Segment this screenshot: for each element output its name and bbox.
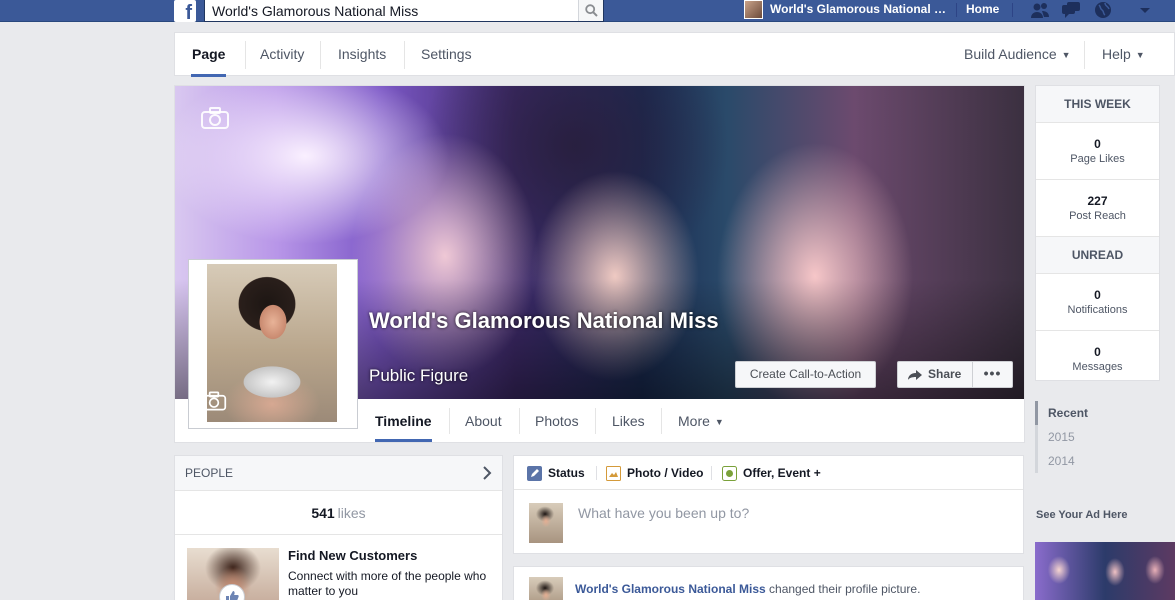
pencil-icon — [527, 466, 542, 481]
tab-about[interactable]: About — [448, 399, 519, 442]
post-reach-label: Post Reach — [1069, 210, 1126, 222]
composer-tab-status[interactable]: Status — [527, 456, 585, 490]
page-admin-nav: Page Activity Insights Settings Build Au… — [174, 32, 1175, 77]
nav-divider — [404, 41, 405, 69]
caret-down-icon: ▼ — [1135, 50, 1145, 60]
ad-preview-image[interactable] — [1035, 542, 1175, 600]
tab-insights[interactable]: Insights — [323, 33, 401, 76]
search-input[interactable] — [205, 0, 579, 21]
page-stats-panel: THIS WEEK 0 Page Likes 227 Post Reach UN… — [1035, 85, 1160, 381]
page-likes-stat[interactable]: 0 Page Likes — [1036, 123, 1159, 180]
search-button[interactable] — [578, 0, 603, 21]
composer-tab-photo-video[interactable]: Photo / Video — [606, 456, 703, 490]
tab-photos[interactable]: Photos — [518, 399, 596, 442]
nav-divider — [320, 41, 321, 69]
year-2014[interactable]: 2014 — [1035, 449, 1125, 473]
more-options-button[interactable]: ••• — [972, 361, 1013, 388]
topbar-divider — [1012, 3, 1013, 17]
page-avatar[interactable] — [744, 0, 763, 19]
year-recent[interactable]: Recent — [1035, 401, 1125, 425]
story-text: World's Glamorous National Miss changed … — [575, 582, 920, 596]
page-header-card: World's Glamorous National Miss Public F… — [174, 85, 1025, 443]
tab-more[interactable]: More ▼ — [661, 399, 741, 442]
share-arrow-icon — [908, 370, 922, 380]
more-tab-label: More — [678, 413, 710, 429]
profile-picture-frame[interactable] — [188, 259, 358, 429]
page-title[interactable]: World's Glamorous National Miss — [369, 306, 729, 335]
build-audience-label: Build Audience — [964, 46, 1057, 62]
messages-count: 0 — [1094, 345, 1101, 359]
find-customers-title[interactable]: Find New Customers — [288, 548, 417, 563]
top-bar: f World's Glamorous National Miss Home — [0, 0, 1175, 22]
people-heading: PEOPLE — [185, 466, 234, 480]
timeline-year-nav: Recent 2015 2014 — [1035, 401, 1125, 473]
likes-count: 541 — [311, 505, 335, 521]
post-reach-stat[interactable]: 227 Post Reach — [1036, 180, 1159, 237]
notifications-label: Notifications — [1067, 304, 1128, 316]
tab-settings[interactable]: Settings — [406, 33, 487, 76]
people-header[interactable]: PEOPLE — [175, 456, 502, 491]
post-composer: Status Photo / Video Offer, Event + — [513, 455, 1024, 554]
search-box — [204, 0, 604, 22]
story-action: changed their profile picture. — [769, 582, 921, 596]
post-reach-count: 227 — [1087, 194, 1108, 208]
tab-page[interactable]: Page — [177, 33, 240, 77]
notifications-count: 0 — [1094, 288, 1101, 302]
messages-icon[interactable] — [1061, 1, 1081, 19]
find-customers-text: Connect with more of the people who matt… — [288, 569, 487, 598]
build-audience-menu[interactable]: Build Audience ▼ — [949, 33, 1086, 76]
page-likes-count: 0 — [1094, 137, 1101, 151]
change-cover-camera-icon[interactable] — [200, 106, 230, 130]
offer-event-icon — [722, 466, 737, 481]
help-menu[interactable]: Help ▼ — [1087, 33, 1160, 76]
facebook-logo[interactable]: f — [174, 0, 196, 22]
topbar-page-name[interactable]: World's Glamorous National Miss — [770, 2, 950, 16]
tab-timeline[interactable]: Timeline — [358, 399, 449, 442]
ad-heading[interactable]: See Your Ad Here — [1036, 509, 1128, 521]
composer-divider — [711, 466, 712, 480]
caret-down-icon: ▼ — [1061, 50, 1071, 60]
friends-icon[interactable] — [1030, 1, 1050, 19]
chevron-right-icon — [483, 466, 492, 480]
create-call-to-action-button[interactable]: Create Call-to-Action — [735, 361, 876, 388]
nav-divider — [1084, 41, 1085, 69]
notifications-globe-icon[interactable] — [1093, 1, 1113, 19]
composer-tab-offer-event[interactable]: Offer, Event + — [722, 456, 821, 490]
likes-count-row[interactable]: 541 likes — [175, 491, 502, 535]
status-label: Status — [548, 466, 585, 480]
composer-tabs: Status Photo / Video Offer, Event + — [514, 456, 1023, 490]
messages-stat[interactable]: 0 Messages — [1036, 331, 1159, 388]
timeline-story: World's Glamorous National Miss changed … — [513, 566, 1024, 600]
unread-heading: UNREAD — [1036, 237, 1159, 274]
composer-avatar[interactable] — [529, 503, 563, 543]
tab-likes[interactable]: Likes — [595, 399, 662, 442]
share-button[interactable]: Share — [897, 361, 973, 388]
story-actor-link[interactable]: World's Glamorous National Miss — [575, 582, 766, 596]
share-label: Share — [928, 367, 962, 381]
thumbs-up-icon — [226, 591, 239, 600]
year-2015[interactable]: 2015 — [1035, 425, 1125, 449]
story-avatar[interactable] — [529, 577, 563, 600]
home-link[interactable]: Home — [966, 2, 999, 16]
photo-icon — [606, 466, 621, 481]
search-icon — [585, 4, 598, 17]
likes-label: likes — [337, 505, 366, 521]
composer-divider — [596, 466, 597, 480]
status-input[interactable] — [578, 503, 998, 523]
photo-video-label: Photo / Video — [627, 466, 704, 480]
caret-down-icon: ▼ — [714, 417, 724, 427]
messages-label: Messages — [1072, 361, 1123, 373]
notifications-stat[interactable]: 0 Notifications — [1036, 274, 1159, 331]
account-menu-caret-icon[interactable] — [1135, 1, 1155, 19]
help-label: Help — [1102, 46, 1131, 62]
this-week-heading: THIS WEEK — [1036, 86, 1159, 123]
topbar-divider — [956, 3, 957, 17]
offer-event-label: Offer, Event + — [743, 466, 821, 480]
page-category[interactable]: Public Figure — [369, 366, 468, 386]
change-profile-camera-icon[interactable] — [201, 390, 227, 412]
page-likes-label: Page Likes — [1070, 153, 1125, 165]
tab-activity[interactable]: Activity — [245, 33, 319, 76]
people-box: PEOPLE 541 likes Find New Customers Conne… — [174, 455, 503, 600]
